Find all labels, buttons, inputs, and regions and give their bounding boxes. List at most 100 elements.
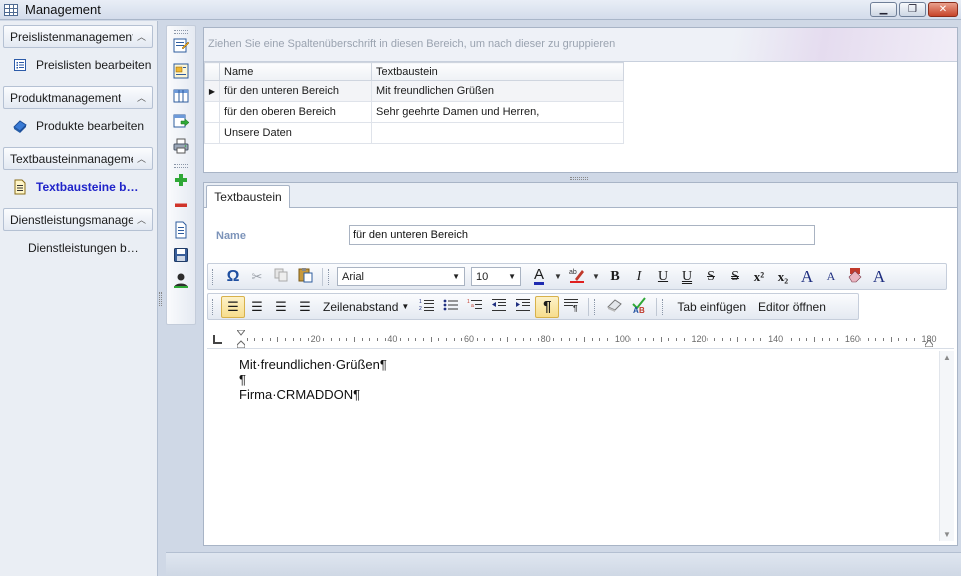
column-header-name[interactable]: Name	[219, 62, 372, 81]
align-center-button[interactable]: ☰	[245, 296, 269, 318]
minimize-button[interactable]: ▁	[870, 2, 897, 17]
tab-stop-selector[interactable]	[213, 335, 222, 344]
name-input[interactable]	[349, 225, 815, 245]
table-row[interactable]: Unsere Daten	[204, 122, 624, 144]
font-size-select[interactable]: 10 ▼	[471, 267, 521, 286]
underline-button[interactable]: U	[651, 266, 675, 288]
nav-item-preislisten-bearbeiten[interactable]: Preislisten bearbeiten	[0, 48, 157, 82]
nav-group-header-dienstleistung[interactable]: Dienstleistungsmanagement ︿	[3, 208, 153, 231]
scroll-down-icon[interactable]: ▼	[943, 530, 951, 539]
show-paragraph-marks-button[interactable]: ¶	[535, 295, 560, 318]
ruler-tick	[331, 338, 332, 341]
grow-font-button[interactable]: A	[795, 266, 819, 288]
clear-formatting-button[interactable]	[603, 296, 627, 318]
highlight-button[interactable]: ab	[565, 266, 589, 288]
double-strikethrough-button[interactable]: S	[723, 266, 747, 288]
nav-group-header-produkt[interactable]: Produktmanagement ︿	[3, 86, 153, 109]
navigation-bar: Preislistenmanagement ︿ Preislisten bear…	[0, 21, 158, 576]
toolbar-grip[interactable]	[662, 298, 665, 315]
font-color-dropdown[interactable]: ▼	[551, 266, 565, 288]
copy-button[interactable]	[269, 266, 293, 288]
chevron-up-icon[interactable]: ︿	[137, 30, 146, 43]
user-button[interactable]	[170, 270, 192, 292]
font-select[interactable]: Arial ▼	[337, 267, 465, 286]
save-button[interactable]	[170, 245, 192, 267]
double-underline-button[interactable]: U	[675, 266, 699, 288]
highlight-dropdown[interactable]: ▼	[589, 266, 603, 288]
detail-view-button[interactable]	[170, 61, 192, 83]
indent-marker-icon[interactable]	[237, 330, 245, 348]
italic-button[interactable]: I	[627, 266, 651, 288]
toolbar-grip[interactable]	[174, 164, 188, 168]
decrease-indent-button[interactable]	[487, 296, 511, 318]
vertical-splitter[interactable]	[159, 292, 162, 306]
justify-button[interactable]: ☰	[293, 296, 317, 318]
ruler-tick	[637, 338, 639, 341]
side-toolbar	[166, 25, 196, 325]
add-button[interactable]	[170, 170, 192, 192]
cell-name[interactable]: Unsere Daten	[219, 122, 372, 144]
nav-item-textbausteine-bearbeiten[interactable]: Textbausteine bearbeiten	[0, 170, 157, 204]
tab-insert-button[interactable]: Tab einfügen	[671, 296, 752, 318]
spell-check-button[interactable]: AB	[627, 296, 651, 318]
line-spacing-dropdown[interactable]: Zeilenabstand ▼	[317, 296, 415, 318]
nav-item-dienstleistungen-bearbeiten[interactable]: Dienstleistungen bearbeiten	[0, 231, 157, 265]
chevron-up-icon[interactable]: ︿	[137, 91, 146, 104]
shrink-font-button[interactable]: A	[819, 266, 843, 288]
table-row[interactable]: ▶ für den unteren Bereich Mit freundlich…	[204, 80, 624, 102]
bold-button[interactable]: B	[603, 266, 627, 288]
edit-entry-button[interactable]	[170, 36, 192, 58]
document-button[interactable]	[170, 220, 192, 242]
increase-indent-button[interactable]	[511, 296, 535, 318]
cell-text[interactable]: Sehr geehrte Damen und Herren,	[371, 101, 624, 123]
font-color-button[interactable]: A	[527, 266, 551, 288]
cell-text[interactable]: Mit freundlichen Grüßen	[371, 80, 624, 102]
restore-button[interactable]: ❐	[899, 2, 926, 17]
cell-text[interactable]	[371, 122, 624, 144]
align-right-button[interactable]: ☰	[269, 296, 293, 318]
horizontal-splitter[interactable]	[570, 177, 588, 180]
toolbar-grip[interactable]	[212, 298, 215, 315]
numbered-list-button[interactable]: 12	[415, 296, 439, 318]
numbered-list-icon: 12	[419, 298, 435, 315]
scroll-up-icon[interactable]: ▲	[943, 353, 951, 362]
open-editor-button[interactable]: Editor öffnen	[752, 296, 832, 318]
group-by-panel[interactable]: Ziehen Sie eine Spaltenüberschrift in di…	[204, 28, 957, 62]
paragraph-settings-button[interactable]: ¶	[559, 296, 583, 318]
nav-item-produkte-bearbeiten[interactable]: Produkte bearbeiten	[0, 109, 157, 143]
nav-group-header-preislisten[interactable]: Preislistenmanagement ︿	[3, 25, 153, 48]
chevron-up-icon[interactable]: ︿	[137, 152, 146, 165]
font-dialog-button[interactable]: A	[867, 266, 891, 288]
bullet-list-button[interactable]	[439, 296, 463, 318]
cell-name[interactable]: für den unteren Bereich	[219, 80, 372, 102]
clear-format-button[interactable]	[843, 266, 867, 288]
close-button[interactable]: ✕	[928, 2, 958, 17]
right-indent-marker-icon[interactable]	[925, 340, 933, 347]
superscript-button[interactable]: x²	[747, 266, 771, 288]
align-left-button[interactable]: ☰	[221, 295, 245, 318]
toolbar-grip[interactable]	[174, 30, 188, 34]
delete-button[interactable]	[170, 195, 192, 217]
underline-icon: U	[657, 268, 669, 284]
rich-text-document[interactable]: Mit·freundlichen·Grüßen¶ ¶ Firma·CRMADDO…	[207, 351, 938, 541]
subscript-button[interactable]: x₂	[771, 266, 795, 288]
table-row[interactable]: für den oberen Bereich Sehr geehrte Dame…	[204, 101, 624, 123]
paste-button[interactable]	[293, 266, 317, 288]
toolbar-grip[interactable]	[594, 298, 597, 315]
nav-group-header-textbaustein[interactable]: Textbausteinmanagement ︿	[3, 147, 153, 170]
chevron-up-icon[interactable]: ︿	[137, 213, 146, 226]
ruler-tick	[438, 338, 440, 341]
tab-textbaustein[interactable]: Textbaustein	[206, 185, 290, 208]
column-header-textbaustein[interactable]: Textbaustein	[371, 62, 624, 81]
cell-name[interactable]: für den oberen Bereich	[219, 101, 372, 123]
vertical-scrollbar[interactable]: ▲ ▼	[939, 351, 954, 541]
multilevel-list-button[interactable]: 1a	[463, 296, 487, 318]
toolbar-grip[interactable]	[212, 268, 215, 285]
symbol-button[interactable]: Ω	[221, 266, 245, 288]
toolbar-grip[interactable]	[328, 268, 331, 285]
export-button[interactable]	[170, 111, 192, 133]
columns-button[interactable]	[170, 86, 192, 108]
cut-button[interactable]: ✂	[245, 266, 269, 288]
strikethrough-button[interactable]: S	[699, 266, 723, 288]
print-button[interactable]	[170, 136, 192, 158]
